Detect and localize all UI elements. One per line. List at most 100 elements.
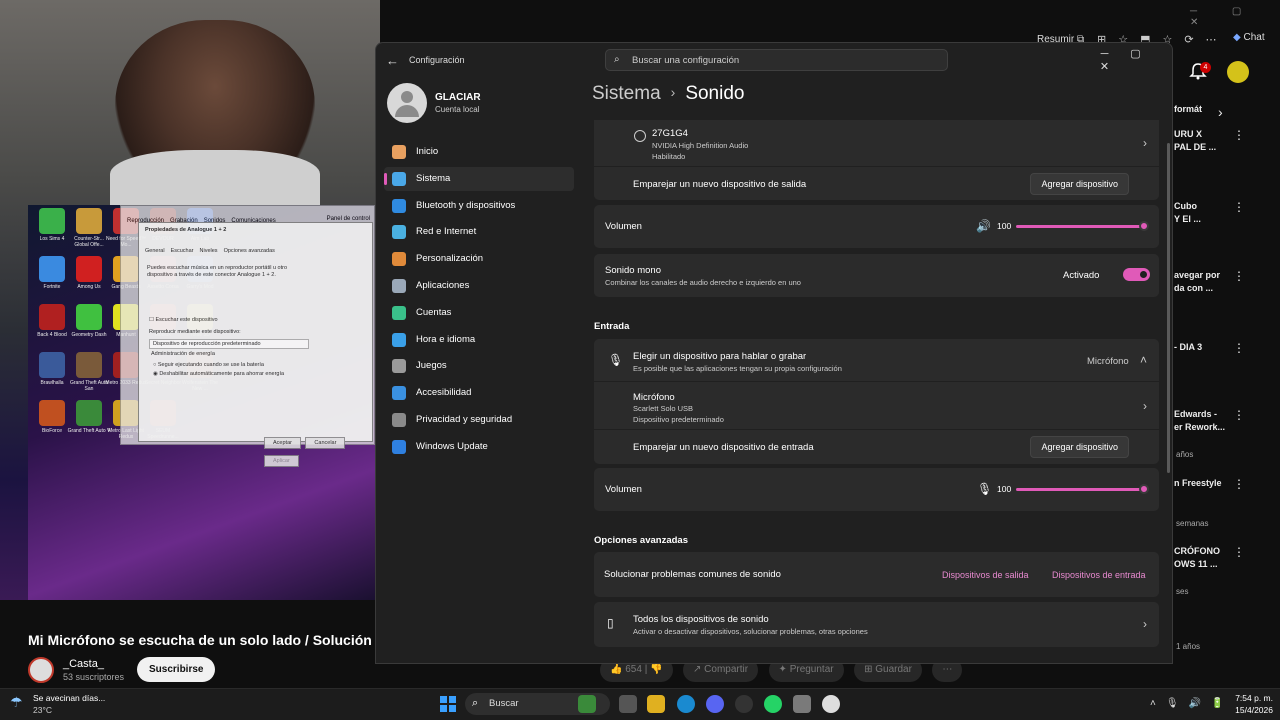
whatsapp-icon[interactable]: [764, 695, 782, 713]
clock-date[interactable]: 15/4/2026: [1228, 705, 1273, 715]
nav-item-bluetooth[interactable]: Bluetooth y dispositivos: [384, 194, 574, 218]
clock-time[interactable]: 7:54 p. m.: [1233, 693, 1273, 703]
nav-item-cuentas[interactable]: Cuentas: [384, 301, 574, 325]
mono-audio-toggle[interactable]: [1123, 268, 1150, 281]
listen-checkbox[interactable]: ☐ Escuchar este dispositivo: [149, 317, 218, 323]
properties-tab[interactable]: Opciones avanzadas: [224, 248, 275, 254]
playback-select[interactable]: Dispositivo de reproducción predetermina…: [149, 339, 309, 349]
profile-account-type: Cuenta local: [435, 105, 480, 114]
recommended-video-title[interactable]: CRÓFONO: [1174, 545, 1220, 557]
properties-description: Puedes escuchar música en un reproductor…: [147, 265, 288, 278]
app-icon: [76, 208, 102, 234]
ok-button[interactable]: Aceptar: [264, 437, 301, 449]
recommended-video-title[interactable]: Y El ...: [1174, 213, 1201, 225]
discord-icon[interactable]: [706, 695, 724, 713]
recommended-video-title[interactable]: OWS 11 ...: [1174, 558, 1218, 570]
nav-item-juegos[interactable]: Juegos: [384, 354, 574, 378]
nav-item-windows[interactable]: Windows Update: [384, 435, 574, 459]
close-icon[interactable]: ✕: [1089, 60, 1120, 73]
input-volume-slider-thumb[interactable]: [1139, 484, 1149, 494]
task-view-icon[interactable]: [619, 695, 637, 713]
recommended-video-title[interactable]: er Rework...: [1174, 421, 1225, 433]
nav-item-privacidad[interactable]: Privacidad y seguridad: [384, 408, 574, 432]
edge-icon[interactable]: [677, 695, 695, 713]
recommended-video-title[interactable]: Cubo: [1174, 200, 1197, 212]
app-icon[interactable]: [822, 695, 840, 713]
nav-item-personalizacion[interactable]: Personalización: [384, 247, 574, 271]
more-options-icon[interactable]: ⋮: [1233, 477, 1245, 491]
channel-name[interactable]: _Casta_: [63, 658, 104, 670]
subscribe-button[interactable]: Suscribirse: [137, 657, 216, 682]
cancel-button[interactable]: Cancelar: [305, 437, 346, 449]
output-device-card: 27G1G4 NVIDIA High Definition Audio Habi…: [594, 120, 1159, 200]
chevron-up-icon[interactable]: ˄: [1140, 353, 1147, 367]
weather-icon[interactable]: ☂: [10, 694, 23, 711]
recommended-video-title[interactable]: Edwards -: [1174, 408, 1217, 420]
chat-button[interactable]: ◆ Chat: [1233, 32, 1265, 43]
weather-description[interactable]: Se avecinan días...: [33, 693, 105, 703]
properties-tab[interactable]: Niveles: [200, 248, 218, 254]
browser-window-controls[interactable]: ─ ▢ ✕: [1190, 6, 1280, 28]
more-options-icon[interactable]: ⋮: [1233, 341, 1245, 355]
obs-icon[interactable]: [735, 695, 753, 713]
recommended-video-title[interactable]: formát: [1174, 103, 1202, 115]
add-output-device-button[interactable]: Agregar dispositivo: [1030, 173, 1129, 195]
recommended-video-title[interactable]: - DIA 3: [1174, 341, 1202, 353]
speaker-icon[interactable]: 🔊: [976, 219, 991, 233]
nav-item-hora[interactable]: Hora e idioma: [384, 328, 574, 352]
apply-button[interactable]: Aplicar: [264, 455, 299, 467]
output-devices-link[interactable]: Dispositivos de salida: [942, 570, 1029, 580]
recommended-video-title[interactable]: PAL DE ...: [1174, 141, 1216, 153]
recommended-video-title[interactable]: n Freestyle: [1174, 477, 1222, 489]
profile-avatar[interactable]: [387, 83, 427, 123]
input-volume-slider[interactable]: [1016, 488, 1144, 491]
power-option-1[interactable]: ○ Seguir ejecutando cuando se use la bat…: [153, 362, 264, 368]
windows-start-icon[interactable]: [440, 696, 456, 712]
more-options-icon[interactable]: ⋮: [1233, 128, 1245, 142]
recommended-video-title[interactable]: avegar por: [1174, 269, 1220, 281]
add-input-device-button[interactable]: Agregar dispositivo: [1030, 436, 1129, 458]
nav-item-red[interactable]: Red e Internet: [384, 220, 574, 244]
settings-scrollbar[interactable]: [1167, 143, 1170, 473]
chevron-right-icon[interactable]: ›: [1143, 399, 1147, 413]
all-sound-devices-card[interactable]: ▯ Todos los dispositivos de sonido Activ…: [594, 602, 1159, 647]
chevron-right-icon[interactable]: ›: [1143, 136, 1147, 150]
properties-tab[interactable]: General: [145, 248, 165, 254]
system-tray[interactable]: ˄🎙🔊🔋: [1150, 698, 1233, 709]
nav-item-accesibilidad[interactable]: Accesibilidad: [384, 381, 574, 405]
choose-input-value[interactable]: Micrófono: [1087, 356, 1129, 367]
more-options-icon[interactable]: ⋮: [1233, 269, 1245, 283]
microphone-icon[interactable]: 🎙: [977, 482, 992, 496]
nav-item-aplicaciones[interactable]: Aplicaciones: [384, 274, 574, 298]
recommended-video-title[interactable]: URU X: [1174, 128, 1202, 140]
output-volume-card: Volumen 🔊 100: [594, 205, 1159, 248]
nav-item-sistema[interactable]: Sistema: [384, 166, 574, 191]
recommended-video-title[interactable]: da con ...: [1174, 282, 1213, 294]
input-devices-link[interactable]: Dispositivos de entrada: [1052, 570, 1146, 580]
input-device-name: Micrófono: [633, 392, 675, 403]
maximize-icon[interactable]: ▢: [1120, 47, 1151, 60]
settings-search-input[interactable]: ⌕ Buscar una configuración: [605, 49, 948, 71]
more-options-icon[interactable]: ⋮: [1233, 545, 1245, 559]
channel-avatar[interactable]: [28, 657, 54, 683]
more-options-icon[interactable]: ⋮: [1233, 200, 1245, 214]
minimize-icon[interactable]: ─: [1089, 48, 1120, 60]
chevron-right-icon[interactable]: ›: [1143, 617, 1147, 631]
weather-temperature: 23°C: [33, 705, 52, 715]
nav-item-inicio[interactable]: Inicio: [384, 140, 574, 164]
chevron-right-icon[interactable]: ›: [1218, 104, 1223, 120]
back-arrow-icon[interactable]: ←: [386, 53, 399, 68]
power-option-2[interactable]: ◉ Deshabilitar automáticamente para ahor…: [153, 371, 284, 377]
properties-tab[interactable]: Escuchar: [171, 248, 194, 254]
choose-input-description: Es posible que las aplicaciones tengan s…: [633, 364, 842, 373]
output-volume-slider[interactable]: [1016, 225, 1144, 228]
output-volume-slider-thumb[interactable]: [1139, 221, 1149, 231]
output-device-radio[interactable]: [634, 130, 646, 142]
settings-gear-icon[interactable]: [793, 695, 811, 713]
input-volume-label: Volumen: [605, 484, 642, 495]
output-volume-value: 100: [997, 221, 1012, 231]
breadcrumb-parent[interactable]: Sistema: [592, 83, 661, 104]
more-options-icon[interactable]: ⋮: [1233, 408, 1245, 422]
file-explorer-icon[interactable]: [647, 695, 665, 713]
user-avatar[interactable]: [1227, 61, 1249, 83]
